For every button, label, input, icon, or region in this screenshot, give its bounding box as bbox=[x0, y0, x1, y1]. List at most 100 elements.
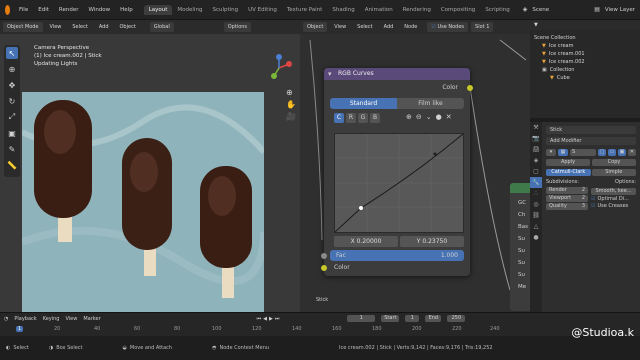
current-frame-field[interactable]: 1 bbox=[347, 315, 376, 322]
object-tab-icon[interactable]: ▢ bbox=[530, 166, 542, 177]
annotate-tool-icon[interactable]: ✎ bbox=[6, 143, 18, 155]
3d-viewport[interactable]: Object Mode View Select Add Object Globa… bbox=[0, 20, 300, 312]
playback-controls-icon[interactable]: ⏮◀▶⏭ bbox=[257, 316, 282, 322]
camera-view-icon[interactable]: 🎥 bbox=[286, 112, 296, 121]
tab-layout[interactable]: Layout bbox=[143, 4, 173, 15]
tab-uv-editing[interactable]: UV Editing bbox=[243, 5, 282, 15]
quality-field[interactable]: Quality 3 bbox=[546, 203, 588, 210]
timeline-ruler[interactable]: 1 20 40 60 80 100 120 140 160 180 200 22… bbox=[0, 324, 640, 334]
timeline-menu-keying[interactable]: Keying bbox=[43, 316, 60, 322]
tab-film-like[interactable]: Film like bbox=[397, 98, 464, 109]
particles-tab-icon[interactable]: ∴ bbox=[530, 188, 542, 199]
copy-button[interactable]: Copy bbox=[592, 159, 636, 166]
rgb-curves-node[interactable]: RGB Curves ▾ Color Standard Film like C … bbox=[321, 68, 473, 276]
viewport-menu-object[interactable]: Object bbox=[116, 22, 140, 32]
modifier-name-field[interactable]: S bbox=[570, 149, 596, 156]
physics-tab-icon[interactable]: ◎ bbox=[530, 199, 542, 210]
outliner-item[interactable]: ▼ Ice cream.001 bbox=[534, 50, 636, 58]
principled-bsdf-node[interactable]: GC Ch Bas Su Su Su Su Me bbox=[510, 183, 530, 311]
handle-icon[interactable]: ● bbox=[436, 113, 442, 121]
y-value-field[interactable]: Y 0.23750 bbox=[400, 236, 464, 247]
tab-rendering[interactable]: Rendering bbox=[398, 5, 436, 15]
scene-selector[interactable]: Scene bbox=[527, 7, 554, 13]
zoom-icon[interactable]: ⊕ bbox=[286, 88, 293, 97]
fac-input-socket[interactable] bbox=[321, 253, 327, 259]
render-tab-icon[interactable]: 📷 bbox=[530, 133, 542, 144]
simple-button[interactable]: Simple bbox=[591, 169, 636, 176]
timeline-menu-view[interactable]: View bbox=[65, 316, 77, 322]
menu-file[interactable]: File bbox=[14, 7, 33, 13]
end-frame-field[interactable]: 250 bbox=[447, 315, 466, 322]
outliner-item[interactable]: ▼ Ice cream.002 bbox=[534, 58, 636, 66]
properties-panel[interactable]: ⚒ 📷 🖨 ◈ ▢ 🔧 ∴ ◎ ⛓ △ ● Stick Add Modifier… bbox=[530, 122, 640, 312]
collapse-chevron-icon[interactable]: ▾ bbox=[328, 70, 332, 78]
scene-collection-row[interactable]: Scene Collection bbox=[534, 34, 636, 42]
fac-slider[interactable]: Fac 1.000 bbox=[330, 250, 464, 261]
output-color-socket[interactable] bbox=[467, 85, 473, 91]
tab-sculpting[interactable]: Sculpting bbox=[207, 5, 243, 15]
measure-tool-icon[interactable]: 📏 bbox=[6, 159, 18, 171]
tab-standard[interactable]: Standard bbox=[330, 98, 397, 109]
modifier-close-icon[interactable]: ✕ bbox=[628, 149, 636, 156]
tab-texture-paint[interactable]: Texture Paint bbox=[282, 5, 328, 15]
start-frame-field[interactable]: 1 bbox=[405, 315, 420, 322]
outliner-item[interactable]: ▼ Ice cream bbox=[534, 42, 636, 50]
channel-c-button[interactable]: C bbox=[334, 113, 344, 123]
menu-edit[interactable]: Edit bbox=[33, 7, 54, 13]
input-color-socket[interactable] bbox=[321, 265, 327, 271]
x-value-field[interactable]: X 0.20000 bbox=[334, 236, 398, 247]
render-toggle-icon[interactable]: ▣ bbox=[618, 149, 626, 156]
tab-modeling[interactable]: Modeling bbox=[172, 5, 207, 15]
viewport-toggle-icon[interactable]: ▭ bbox=[608, 149, 616, 156]
tab-animation[interactable]: Animation bbox=[360, 5, 398, 15]
render-levels-field[interactable]: Render 2 bbox=[546, 187, 588, 194]
uv-smooth-dropdown[interactable]: Smooth, kee... bbox=[591, 188, 636, 195]
scale-tool-icon[interactable]: ⤢ bbox=[6, 111, 18, 123]
expand-chevron-icon[interactable]: ▾ bbox=[546, 149, 556, 156]
viewport-levels-field[interactable]: Viewport 2 bbox=[546, 195, 588, 202]
zoom-out-icon[interactable]: ⊖ bbox=[416, 113, 422, 121]
channel-g-button[interactable]: G bbox=[358, 113, 368, 123]
outliner-item[interactable]: ▼ Cube bbox=[534, 74, 636, 82]
pan-hand-icon[interactable]: ✋ bbox=[286, 100, 296, 109]
move-tool-icon[interactable]: ✥ bbox=[6, 79, 18, 91]
timeline-menu-marker[interactable]: Marker bbox=[83, 316, 100, 322]
menu-render[interactable]: Render bbox=[54, 7, 84, 13]
add-modifier-dropdown[interactable]: Add Modifier bbox=[546, 137, 636, 145]
menu-help[interactable]: Help bbox=[115, 7, 138, 13]
menu-window[interactable]: Window bbox=[83, 7, 115, 13]
dropdown-chevron-icon[interactable]: ⌄ bbox=[426, 113, 432, 121]
timeline-editor-icon[interactable]: ◔ bbox=[4, 316, 8, 322]
outliner-item[interactable]: ▣ Collection bbox=[534, 66, 636, 74]
transform-orientation-dropdown[interactable]: Global bbox=[149, 22, 174, 32]
outliner-panel[interactable]: ▼ Scene Collection ▼ Ice cream ▼ Ice cre… bbox=[530, 20, 640, 118]
navigation-gizmo-icon[interactable] bbox=[263, 52, 295, 84]
blender-logo-icon[interactable] bbox=[5, 4, 11, 15]
curve-graph[interactable] bbox=[334, 133, 464, 233]
viewport-menu-add[interactable]: Add bbox=[95, 22, 113, 32]
viewport-menu-view[interactable]: View bbox=[46, 22, 66, 32]
viewport-menu-select[interactable]: Select bbox=[68, 22, 91, 32]
tab-scripting[interactable]: Scripting bbox=[480, 5, 514, 15]
object-name-field[interactable]: Stick bbox=[546, 126, 636, 134]
timeline-menu-playback[interactable]: Playback bbox=[14, 316, 36, 322]
tool-tab-icon[interactable]: ⚒ bbox=[530, 122, 542, 133]
optimal-display-checkbox-icon[interactable]: ☑ bbox=[591, 196, 595, 202]
object-mode-dropdown[interactable]: Object Mode bbox=[3, 22, 43, 32]
tab-shading[interactable]: Shading bbox=[327, 5, 359, 15]
frame-indicator[interactable]: 1 bbox=[16, 326, 24, 332]
apply-button[interactable]: Apply bbox=[546, 159, 590, 166]
outliner-filter-icon[interactable]: ▼ bbox=[534, 22, 538, 28]
select-tool-icon[interactable]: ↖ bbox=[6, 47, 18, 59]
channel-r-button[interactable]: R bbox=[346, 113, 356, 123]
cursor-tool-icon[interactable]: ⊕ bbox=[6, 63, 18, 75]
use-creases-checkbox-icon[interactable]: ☑ bbox=[591, 203, 595, 209]
rotate-tool-icon[interactable]: ↻ bbox=[6, 95, 18, 107]
editmode-toggle-icon[interactable]: ▢ bbox=[598, 149, 606, 156]
output-tab-icon[interactable]: 🖨 bbox=[530, 144, 542, 155]
scene-tab-icon[interactable]: ◈ bbox=[530, 155, 542, 166]
transform-tool-icon[interactable]: ▣ bbox=[6, 127, 18, 139]
viewport-options-button[interactable]: Options bbox=[223, 22, 252, 32]
tab-compositing[interactable]: Compositing bbox=[436, 5, 480, 15]
zoom-in-icon[interactable]: ⊕ bbox=[406, 113, 412, 121]
